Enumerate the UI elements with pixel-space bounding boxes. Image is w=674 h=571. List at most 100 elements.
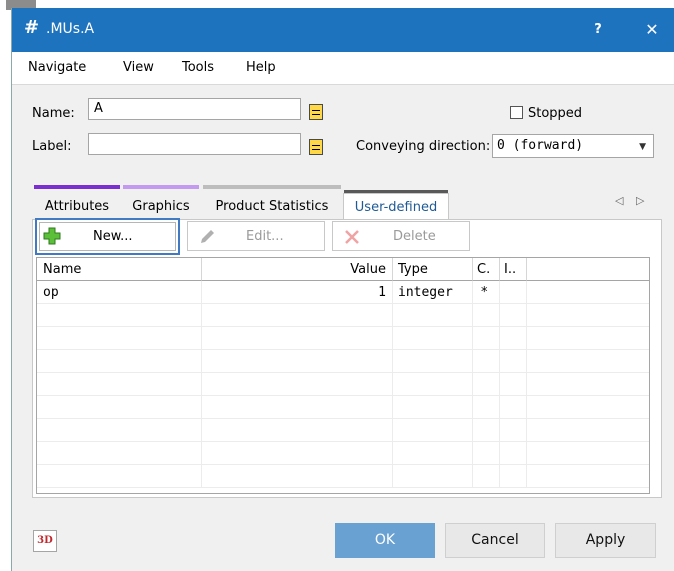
- apply-button[interactable]: Apply: [555, 523, 656, 558]
- ok-button[interactable]: OK: [335, 523, 435, 558]
- tab-product-statistics[interactable]: Product Statistics: [203, 185, 341, 220]
- tab-attributes-label: Attributes: [44, 199, 110, 214]
- empty-cell: [202, 396, 393, 419]
- menu-tools[interactable]: Tools: [182, 60, 214, 75]
- empty-cell: [393, 465, 473, 488]
- attributes-table: Name Value Type C. I.. op 1 integer *: [36, 257, 650, 494]
- tab-color-bar: [123, 185, 199, 189]
- plus-icon: [43, 227, 61, 245]
- name-value: A: [94, 101, 103, 116]
- empty-cell: [500, 304, 527, 327]
- cell-i: [500, 281, 527, 304]
- chevron-down-icon: ▼: [639, 142, 646, 152]
- delete-x-icon: [345, 230, 359, 244]
- cell-name: op: [37, 281, 202, 304]
- column-header-value[interactable]: Value: [202, 258, 393, 281]
- label-field[interactable]: [88, 133, 301, 155]
- menu-help[interactable]: Help: [246, 60, 276, 75]
- table-row[interactable]: op 1 integer *: [37, 281, 649, 304]
- column-header-type[interactable]: Type: [393, 258, 473, 281]
- dialog-window: # .MUs.A ? ✕ Navigate View Tools Help Na…: [11, 8, 674, 571]
- stopped-checkbox[interactable]: [510, 106, 523, 119]
- cancel-button[interactable]: Cancel: [445, 523, 545, 558]
- empty-cell: [202, 419, 393, 442]
- empty-cell: [202, 373, 393, 396]
- empty-cell: [202, 350, 393, 373]
- empty-cell: [37, 465, 202, 488]
- help-button[interactable]: ?: [588, 20, 608, 40]
- close-button[interactable]: ✕: [640, 18, 664, 42]
- stopped-label: Stopped: [528, 106, 583, 121]
- tab-attributes[interactable]: Attributes: [34, 185, 120, 220]
- delete-button[interactable]: Delete: [332, 221, 470, 251]
- empty-cell: [473, 442, 500, 465]
- empty-row: [37, 419, 649, 442]
- empty-cell: [473, 327, 500, 350]
- empty-row: [37, 465, 649, 488]
- tab-scroll-right-icon[interactable]: ▷: [636, 194, 644, 207]
- empty-row: [37, 350, 649, 373]
- column-header-c[interactable]: C.: [473, 258, 500, 281]
- name-label: Name:: [32, 106, 75, 121]
- name-reference-button[interactable]: [309, 104, 323, 120]
- edit-button-label: Edit...: [246, 229, 284, 244]
- empty-cell: [393, 373, 473, 396]
- tab-graphics[interactable]: Graphics: [123, 185, 199, 220]
- empty-cell: [37, 419, 202, 442]
- empty-cell: [202, 442, 393, 465]
- edit-button[interactable]: Edit...: [187, 221, 325, 251]
- grid-icon: #: [24, 17, 40, 38]
- empty-cell: [500, 465, 527, 488]
- name-field[interactable]: A: [88, 98, 301, 120]
- label-reference-button[interactable]: [309, 139, 323, 155]
- title-bar: # .MUs.A ? ✕: [12, 8, 674, 52]
- new-button-label: New...: [93, 229, 133, 244]
- cell-c: *: [473, 281, 500, 304]
- menu-navigate[interactable]: Navigate: [28, 60, 86, 75]
- empty-cell: [202, 304, 393, 327]
- column-header-name[interactable]: Name: [37, 258, 202, 281]
- new-button[interactable]: New...: [35, 218, 180, 255]
- empty-cell: [500, 419, 527, 442]
- empty-cell: [393, 396, 473, 419]
- empty-cell: [473, 396, 500, 419]
- 3d-view-button[interactable]: 3D: [33, 530, 57, 552]
- tab-color-bar: [344, 190, 448, 193]
- empty-cell: [202, 327, 393, 350]
- window-title: .MUs.A: [46, 21, 95, 37]
- cell-value: 1: [202, 281, 393, 304]
- label-label: Label:: [32, 139, 72, 154]
- empty-cell: [500, 442, 527, 465]
- empty-cell: [37, 304, 202, 327]
- menu-view[interactable]: View: [123, 60, 154, 75]
- pencil-icon: [201, 230, 214, 243]
- delete-button-label: Delete: [393, 229, 436, 244]
- empty-cell: [37, 327, 202, 350]
- empty-cell: [202, 465, 393, 488]
- column-header-filler: [527, 258, 649, 281]
- conveying-direction-label: Conveying direction:: [356, 139, 491, 154]
- empty-cell: [393, 350, 473, 373]
- empty-cell: [393, 304, 473, 327]
- empty-cell: [393, 442, 473, 465]
- empty-cell: [37, 396, 202, 419]
- tab-color-bar: [203, 185, 341, 189]
- empty-cell: [37, 442, 202, 465]
- empty-cell: [473, 304, 500, 327]
- empty-cell: [393, 327, 473, 350]
- empty-cell: [37, 350, 202, 373]
- empty-cell: [37, 373, 202, 396]
- empty-cell: [500, 350, 527, 373]
- cell-type: integer: [393, 281, 473, 304]
- tab-user-defined[interactable]: User-defined: [343, 190, 449, 221]
- column-header-i[interactable]: I..: [500, 258, 527, 281]
- tab-graphics-label: Graphics: [132, 199, 190, 214]
- empty-cell: [473, 373, 500, 396]
- tab-product-statistics-label: Product Statistics: [215, 199, 329, 214]
- empty-cell: [500, 327, 527, 350]
- empty-row: [37, 327, 649, 350]
- conveying-direction-value: 0 (forward): [497, 138, 584, 153]
- conveying-direction-select[interactable]: 0 (forward) ▼: [492, 134, 654, 158]
- empty-row: [37, 373, 649, 396]
- tab-scroll-left-icon[interactable]: ◁: [615, 194, 623, 207]
